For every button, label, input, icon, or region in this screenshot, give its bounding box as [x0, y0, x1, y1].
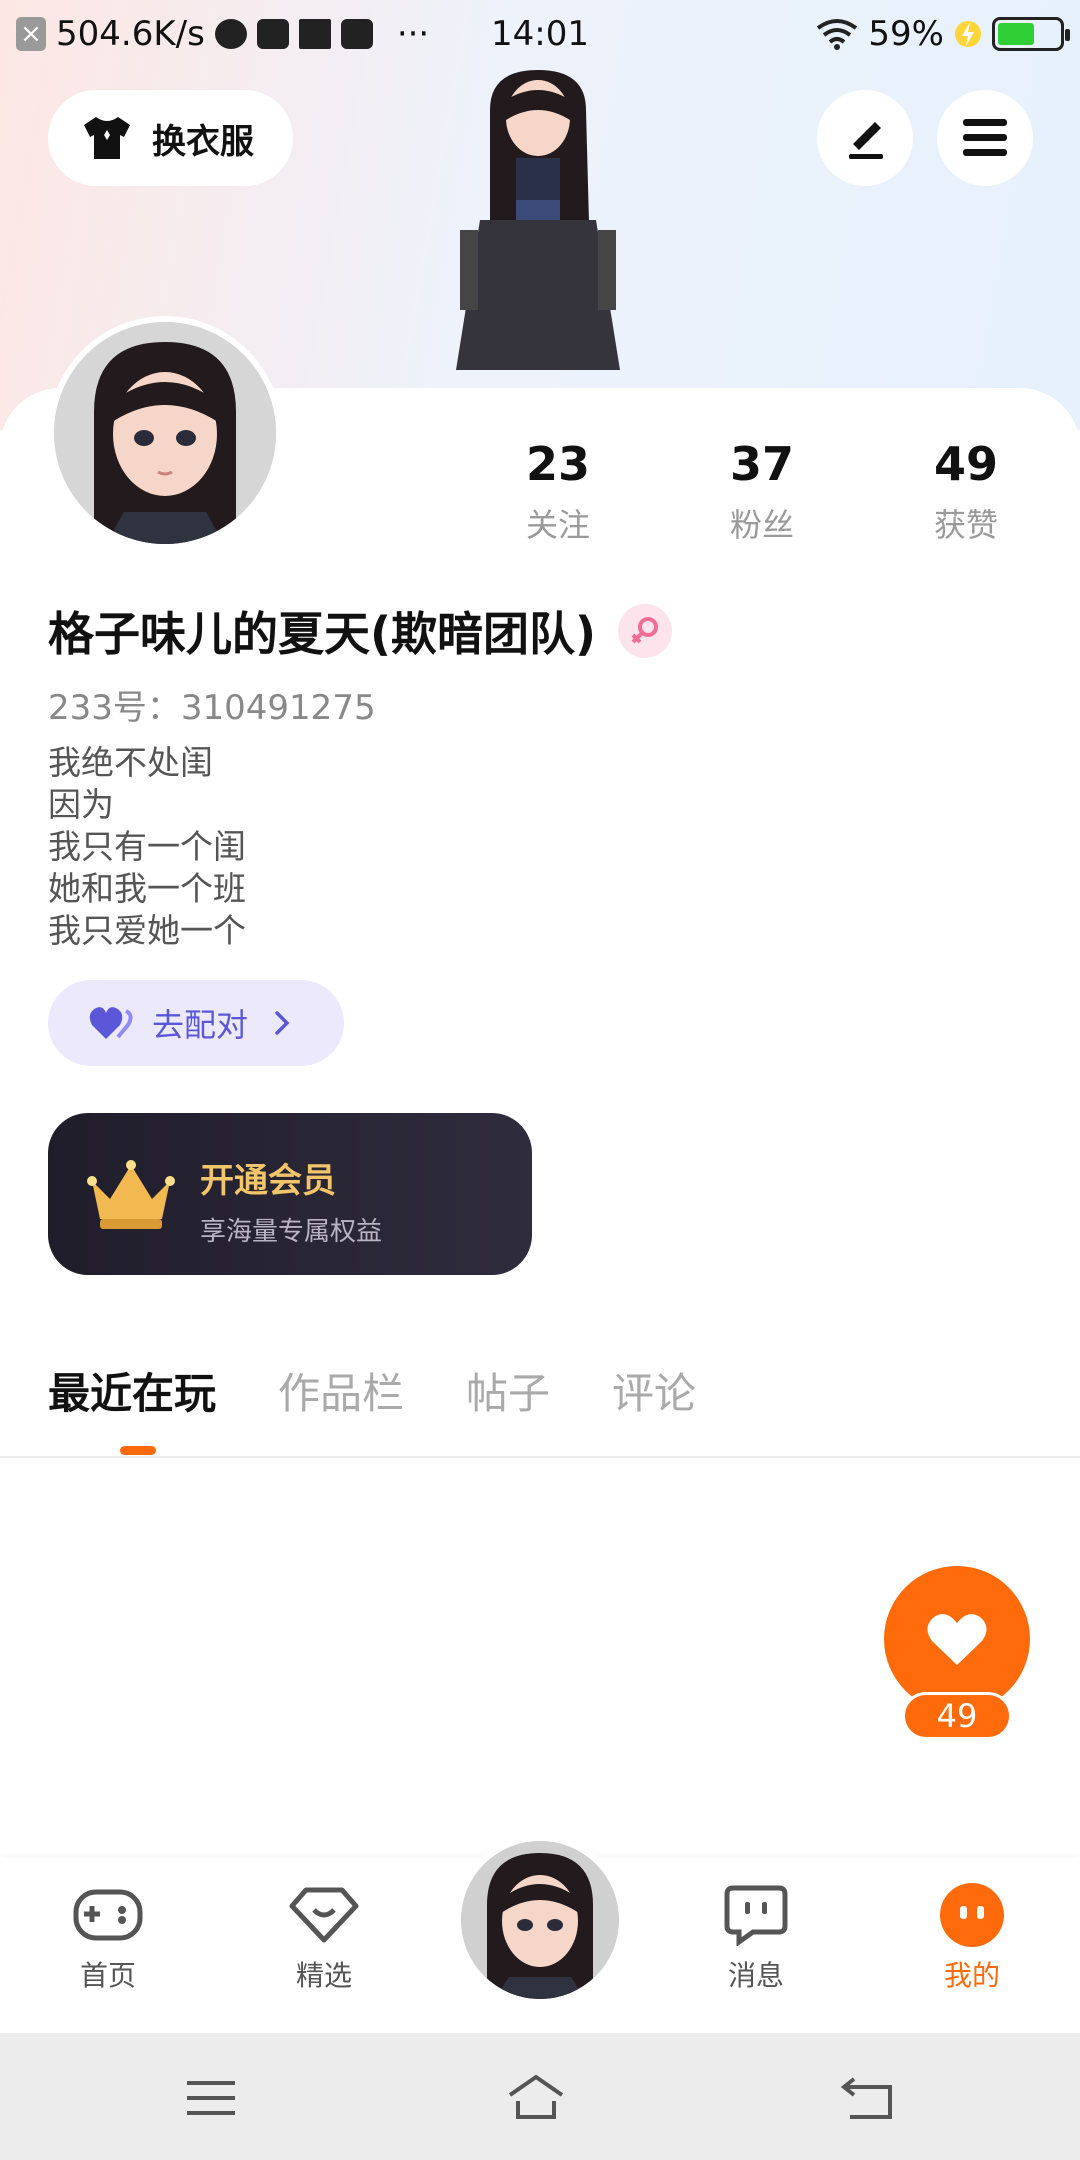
bio: 我绝不处闺 因为 我只有一个闺 她和我一个班 我只爱她一个 — [48, 742, 246, 952]
nav-home[interactable]: 首页 — [38, 1884, 178, 1994]
face-icon — [940, 1883, 1004, 1947]
female-gender-icon — [618, 604, 673, 658]
likes-label: 获赞 — [933, 506, 998, 544]
nav-me[interactable]: 我的 — [902, 1883, 1042, 1994]
vip-title: 开通会员 — [200, 1161, 336, 1201]
following-count: 23 — [525, 437, 590, 491]
followers-label: 粉丝 — [729, 506, 794, 544]
profile-tabs: 最近在玩 作品栏 帖子 评论 — [48, 1360, 696, 1421]
wifi-icon — [817, 19, 858, 50]
bio-line: 我只有一个闺 — [48, 827, 246, 866]
heart-icon — [927, 1614, 987, 1665]
tab-comments[interactable]: 评论 — [612, 1360, 696, 1421]
double-heart-icon — [89, 1007, 133, 1039]
bio-line: 我绝不处闺 — [48, 743, 213, 782]
edit-profile-button[interactable] — [817, 90, 913, 186]
username: 格子味儿的夏天(欺暗团队) — [48, 607, 597, 661]
tab-divider — [0, 1456, 1080, 1458]
tab-works[interactable]: 作品栏 — [278, 1360, 404, 1421]
followers-count: 37 — [729, 437, 794, 491]
likes-count: 49 — [933, 437, 998, 491]
menu-button[interactable] — [937, 90, 1033, 186]
tab-posts[interactable]: 帖子 — [466, 1360, 550, 1421]
following-stat[interactable]: 23 关注 — [478, 436, 638, 546]
battery-percent: 59% — [868, 14, 944, 54]
status-right: 59% — [816, 14, 1070, 54]
back-icon[interactable] — [838, 2071, 898, 2125]
nav-home-label: 首页 — [79, 1959, 136, 1992]
diamond-heart-icon — [289, 1887, 359, 1943]
status-bar: × 504.6K/s ··· 14:01 59% — [0, 0, 1080, 72]
match-button[interactable]: 去配对 — [48, 980, 344, 1066]
gamepad-icon — [73, 1889, 143, 1941]
nav-featured[interactable]: 精选 — [254, 1884, 394, 1994]
following-label: 关注 — [525, 506, 590, 544]
tshirt-icon — [84, 117, 130, 159]
recent-apps-icon[interactable] — [181, 2071, 241, 2125]
match-label: 去配对 — [152, 1006, 249, 1044]
followers-stat[interactable]: 37 粉丝 — [682, 436, 842, 546]
menu-icon — [963, 119, 1007, 156]
chevron-right-icon — [275, 1011, 290, 1035]
nav-me-label: 我的 — [943, 1959, 1000, 1992]
bio-line: 因为 — [48, 785, 114, 824]
bio-line: 她和我一个班 — [48, 869, 246, 908]
profile-name-row: 格子味儿的夏天(欺暗团队) — [48, 598, 673, 664]
system-navigation-bar — [0, 2033, 1080, 2160]
active-tab-indicator — [120, 1446, 156, 1455]
user-id: 233号：310491275 — [48, 688, 376, 728]
change-clothes-label: 换衣服 — [152, 121, 254, 162]
pen-icon — [849, 122, 883, 159]
like-button[interactable] — [884, 1566, 1030, 1712]
vip-banner[interactable]: 开通会员 享海量专属权益 — [48, 1113, 532, 1275]
avatar-character — [420, 70, 660, 390]
nav-messages-label: 消息 — [727, 1959, 784, 1992]
like-count: 49 — [902, 1692, 1012, 1740]
charging-icon — [955, 21, 981, 47]
tab-recently-played[interactable]: 最近在玩 — [48, 1360, 216, 1421]
profile-avatar[interactable] — [48, 316, 282, 550]
nav-messages[interactable]: 消息 — [686, 1884, 826, 1994]
bio-line: 我只爱她一个 — [48, 911, 246, 950]
change-clothes-button[interactable]: 换衣服 — [48, 90, 293, 186]
vip-subtitle: 享海量专属权益 — [200, 1217, 383, 1247]
battery-icon — [992, 17, 1070, 51]
crown-icon — [87, 1160, 175, 1229]
likes-stat[interactable]: 49 获赞 — [886, 436, 1046, 546]
chat-icon — [724, 1885, 788, 1946]
home-icon[interactable] — [506, 2071, 566, 2125]
nav-center-avatar[interactable] — [456, 1836, 624, 2004]
nav-featured-label: 精选 — [295, 1959, 352, 1992]
